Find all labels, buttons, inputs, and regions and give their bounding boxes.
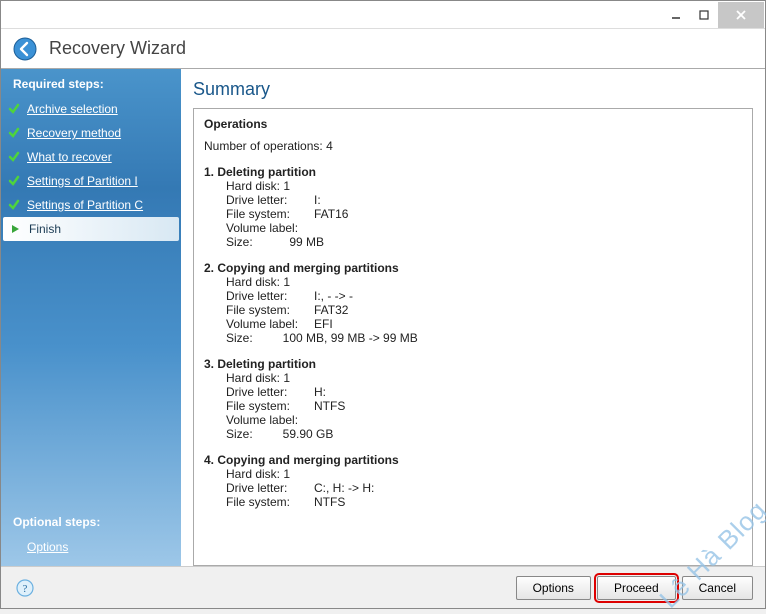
- check-icon: [7, 198, 21, 212]
- op-title: 2. Copying and merging partitions: [204, 261, 742, 275]
- operation-4: 4. Copying and merging partitions Hard d…: [204, 453, 742, 509]
- help-icon[interactable]: ?: [15, 578, 35, 598]
- op-drive-letter-label: Drive letter:: [226, 481, 314, 495]
- op-file-system-label: File system:: [226, 399, 314, 413]
- op-size: Size: 99 MB: [226, 235, 742, 249]
- sidebar-item-recovery-method[interactable]: Recovery method: [1, 121, 181, 145]
- op-title: 4. Copying and merging partitions: [204, 453, 742, 467]
- header: Recovery Wizard: [1, 29, 765, 69]
- operation-3: 3. Deleting partition Hard disk: 1 Drive…: [204, 357, 742, 441]
- proceed-button-label: Proceed: [614, 581, 659, 595]
- operations-count: Number of operations: 4: [204, 139, 742, 153]
- sidebar-item-label: Settings of Partition C: [27, 198, 143, 212]
- operation-2: 2. Copying and merging partitions Hard d…: [204, 261, 742, 345]
- op-title: 1. Deleting partition: [204, 165, 742, 179]
- op-volume-label: Volume label:: [226, 317, 314, 331]
- op-drive-letter-value: H:: [314, 385, 326, 399]
- op-drive-letter-value: C:, H: -> H:: [314, 481, 374, 495]
- main: Required steps: Archive selection Recove…: [1, 69, 765, 566]
- op-file-system-label: File system:: [226, 303, 314, 317]
- sidebar-item-label: What to recover: [27, 150, 112, 164]
- op-drive-letter-value: I:, - -> -: [314, 289, 353, 303]
- footer: ? Options Proceed Cancel: [1, 566, 765, 608]
- op-file-system-value: NTFS: [314, 495, 345, 509]
- check-icon: [7, 174, 21, 188]
- arrow-right-icon: [9, 222, 23, 236]
- op-file-system-label: File system:: [226, 495, 314, 509]
- op-file-system-value: FAT32: [314, 303, 348, 317]
- sidebar-item-label: Finish: [29, 222, 61, 236]
- optional-steps-label: Optional steps:: [1, 507, 181, 535]
- sidebar-item-finish[interactable]: Finish: [3, 217, 179, 241]
- op-drive-letter-label: Drive letter:: [226, 193, 314, 207]
- maximize-button[interactable]: [690, 4, 718, 26]
- cancel-button-label: Cancel: [699, 581, 736, 595]
- wizard-title: Recovery Wizard: [49, 38, 186, 59]
- op-drive-letter-label: Drive letter:: [226, 289, 314, 303]
- sidebar-item-options[interactable]: Options: [1, 535, 181, 566]
- proceed-button[interactable]: Proceed: [597, 576, 676, 600]
- operations-heading: Operations: [204, 117, 742, 131]
- sidebar-item-label: Options: [27, 540, 68, 554]
- operations-box[interactable]: Operations Number of operations: 4 1. De…: [193, 108, 753, 566]
- back-icon[interactable]: [13, 37, 37, 61]
- op-size: Size: 59.90 GB: [226, 427, 742, 441]
- op-drive-letter-value: I:: [314, 193, 321, 207]
- check-icon: [7, 102, 21, 116]
- cancel-button[interactable]: Cancel: [682, 576, 753, 600]
- op-file-system-value: NTFS: [314, 399, 345, 413]
- op-file-system-label: File system:: [226, 207, 314, 221]
- sidebar-item-label: Recovery method: [27, 126, 121, 140]
- sidebar-item-label: Archive selection: [27, 102, 118, 116]
- sidebar-item-label: Settings of Partition I: [27, 174, 138, 188]
- op-volume-value: EFI: [314, 317, 333, 331]
- op-hard-disk: Hard disk: 1: [226, 275, 290, 289]
- operation-1: 1. Deleting partition Hard disk: 1 Drive…: [204, 165, 742, 249]
- op-hard-disk: Hard disk: 1: [226, 179, 290, 193]
- op-hard-disk: Hard disk: 1: [226, 467, 290, 481]
- sidebar-item-archive-selection[interactable]: Archive selection: [1, 97, 181, 121]
- sidebar-item-settings-partition-i[interactable]: Settings of Partition I: [1, 169, 181, 193]
- op-size: Size: 100 MB, 99 MB -> 99 MB: [226, 331, 742, 345]
- options-button[interactable]: Options: [516, 576, 591, 600]
- op-file-system-value: FAT16: [314, 207, 348, 221]
- minimize-button[interactable]: [662, 4, 690, 26]
- sidebar-item-what-to-recover[interactable]: What to recover: [1, 145, 181, 169]
- sidebar: Required steps: Archive selection Recove…: [1, 69, 181, 566]
- check-icon: [7, 126, 21, 140]
- options-button-label: Options: [533, 581, 574, 595]
- content: Summary Operations Number of operations:…: [181, 69, 765, 566]
- op-volume-label: Volume label:: [226, 221, 314, 235]
- close-button[interactable]: [718, 2, 764, 28]
- op-title: 3. Deleting partition: [204, 357, 742, 371]
- op-volume-label: Volume label:: [226, 413, 314, 427]
- op-hard-disk: Hard disk: 1: [226, 371, 290, 385]
- titlebar: [1, 1, 765, 29]
- svg-text:?: ?: [23, 583, 28, 595]
- required-steps-label: Required steps:: [1, 69, 181, 97]
- check-icon: [7, 150, 21, 164]
- op-drive-letter-label: Drive letter:: [226, 385, 314, 399]
- sidebar-item-settings-partition-c[interactable]: Settings of Partition C: [1, 193, 181, 217]
- summary-title: Summary: [193, 79, 753, 100]
